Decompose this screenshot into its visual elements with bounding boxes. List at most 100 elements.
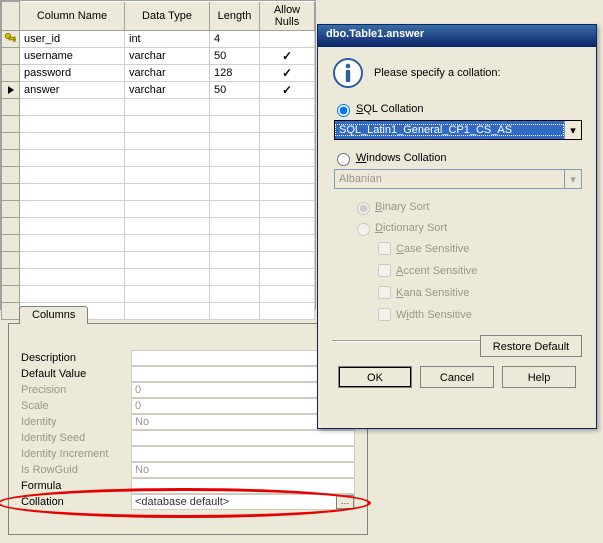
primary-key-icon (4, 32, 18, 46)
property-label: Identity (21, 416, 131, 428)
check-icon: ✓ (282, 83, 292, 97)
table-designer-grid: Column Name Data Type Length Allow Nulls… (0, 0, 316, 310)
cell-column-name[interactable]: answer (20, 81, 125, 98)
cell-data-type[interactable]: varchar (125, 64, 210, 81)
property-label: Description (21, 352, 131, 364)
radio-windows-collation[interactable] (337, 153, 350, 166)
cell-column-name[interactable]: username (20, 47, 125, 64)
radio-sql-collation[interactable] (337, 104, 350, 117)
dialog-title: dbo.Table1.answer (318, 25, 596, 47)
check-icon: ✓ (282, 49, 292, 63)
grid-corner (2, 2, 20, 31)
sql-collation-value: SQL_Latin1_General_CP1_CS_AS (335, 124, 564, 136)
check-icon: ✓ (282, 66, 292, 80)
cell-allow-nulls[interactable]: ✓ (260, 81, 315, 98)
row-marker-key (2, 30, 20, 47)
property-value[interactable]: No (131, 462, 355, 478)
row-marker (2, 47, 20, 64)
property-label: Is RowGuid (21, 464, 131, 476)
cell-length[interactable]: 50 (210, 47, 260, 64)
property-label: Identity Increment (21, 448, 131, 460)
row-marker (2, 64, 20, 81)
cell-data-type[interactable]: varchar (125, 47, 210, 64)
help-button[interactable]: Help (502, 366, 576, 388)
column-properties-panel: Columns DescriptionDefault ValuePrecisio… (8, 323, 368, 535)
table-row[interactable]: user_id int 4 (2, 30, 315, 47)
property-row: Precision0 (21, 382, 355, 398)
property-value[interactable] (131, 446, 355, 462)
property-row: Is RowGuidNo (21, 462, 355, 478)
property-row: Default Value (21, 366, 355, 382)
property-label: Identity Seed (21, 432, 131, 444)
chevron-down-icon[interactable]: ▾ (564, 121, 581, 139)
table-row[interactable] (2, 98, 315, 115)
property-label: Scale (21, 400, 131, 412)
cancel-button[interactable]: Cancel (420, 366, 494, 388)
table-row[interactable] (2, 234, 315, 251)
check-accent-sensitive (378, 264, 391, 277)
header-column-name[interactable]: Column Name (20, 2, 125, 31)
table-row[interactable] (2, 132, 315, 149)
property-label: Precision (21, 384, 131, 396)
table-row[interactable] (2, 149, 315, 166)
table-row[interactable] (2, 285, 315, 302)
info-icon (332, 57, 364, 89)
label-case-sensitive: Case Sensitive (396, 243, 469, 255)
table-row[interactable]: username varchar 50 ✓ (2, 47, 315, 64)
cell-data-type[interactable]: int (125, 30, 210, 47)
cell-column-name[interactable]: user_id (20, 30, 125, 47)
check-kana-sensitive (378, 286, 391, 299)
header-data-type[interactable]: Data Type (125, 2, 210, 31)
table-row[interactable] (2, 217, 315, 234)
cell-length[interactable]: 128 (210, 64, 260, 81)
label-accent-sensitive: Accent Sensitive (396, 265, 477, 277)
radio-binary-sort (357, 202, 370, 215)
property-label: Formula (21, 480, 131, 492)
label-binary-sort: Binary Sort (375, 201, 429, 213)
table-row[interactable] (2, 115, 315, 132)
cell-length[interactable]: 50 (210, 81, 260, 98)
property-row: IdentityNo (21, 414, 355, 430)
row-marker-selected (2, 81, 20, 98)
label-sql-collation: SQL Collation (356, 103, 423, 115)
table-row[interactable] (2, 268, 315, 285)
label-width-sensitive: Width Sensitive (396, 309, 472, 321)
sql-collation-combo[interactable]: SQL_Latin1_General_CP1_CS_AS ▾ (334, 120, 582, 140)
label-kana-sensitive: Kana Sensitive (396, 287, 469, 299)
property-row: Collation<database default>… (21, 494, 355, 510)
header-allow-nulls[interactable]: Allow Nulls (260, 2, 315, 31)
check-case-sensitive (378, 242, 391, 255)
collation-dialog: dbo.Table1.answer Please specify a colla… (317, 24, 597, 429)
cell-allow-nulls[interactable] (260, 30, 315, 47)
windows-collation-combo[interactable]: Albanian ▾ (334, 169, 582, 189)
table-row[interactable] (2, 166, 315, 183)
dialog-prompt: Please specify a collation: (374, 67, 501, 79)
table-row[interactable]: password varchar 128 ✓ (2, 64, 315, 81)
restore-default-button[interactable]: Restore Default (480, 335, 582, 357)
current-row-icon (6, 85, 16, 95)
tab-columns[interactable]: Columns (19, 306, 88, 324)
property-row: Formula (21, 478, 355, 494)
ok-button[interactable]: OK (338, 366, 412, 388)
table-row[interactable]: answer varchar 50 ✓ (2, 81, 315, 98)
radio-dictionary-sort (357, 223, 370, 236)
check-width-sensitive (378, 308, 391, 321)
cell-allow-nulls[interactable]: ✓ (260, 64, 315, 81)
property-value[interactable] (131, 478, 355, 494)
cell-column-name[interactable]: password (20, 64, 125, 81)
table-row[interactable] (2, 200, 315, 217)
label-windows-collation: Windows Collation (356, 152, 447, 164)
chevron-down-icon[interactable]: ▾ (564, 170, 581, 188)
property-value[interactable]: <database default>… (131, 494, 355, 510)
header-length[interactable]: Length (210, 2, 260, 31)
property-row: Description (21, 350, 355, 366)
ellipsis-button[interactable]: … (336, 495, 354, 509)
table-row[interactable] (2, 251, 315, 268)
cell-data-type[interactable]: varchar (125, 81, 210, 98)
cell-allow-nulls[interactable]: ✓ (260, 47, 315, 64)
property-row: Identity Seed (21, 430, 355, 446)
cell-length[interactable]: 4 (210, 30, 260, 47)
property-value[interactable] (131, 430, 355, 446)
table-row[interactable] (2, 183, 315, 200)
windows-collation-value: Albanian (335, 173, 564, 185)
